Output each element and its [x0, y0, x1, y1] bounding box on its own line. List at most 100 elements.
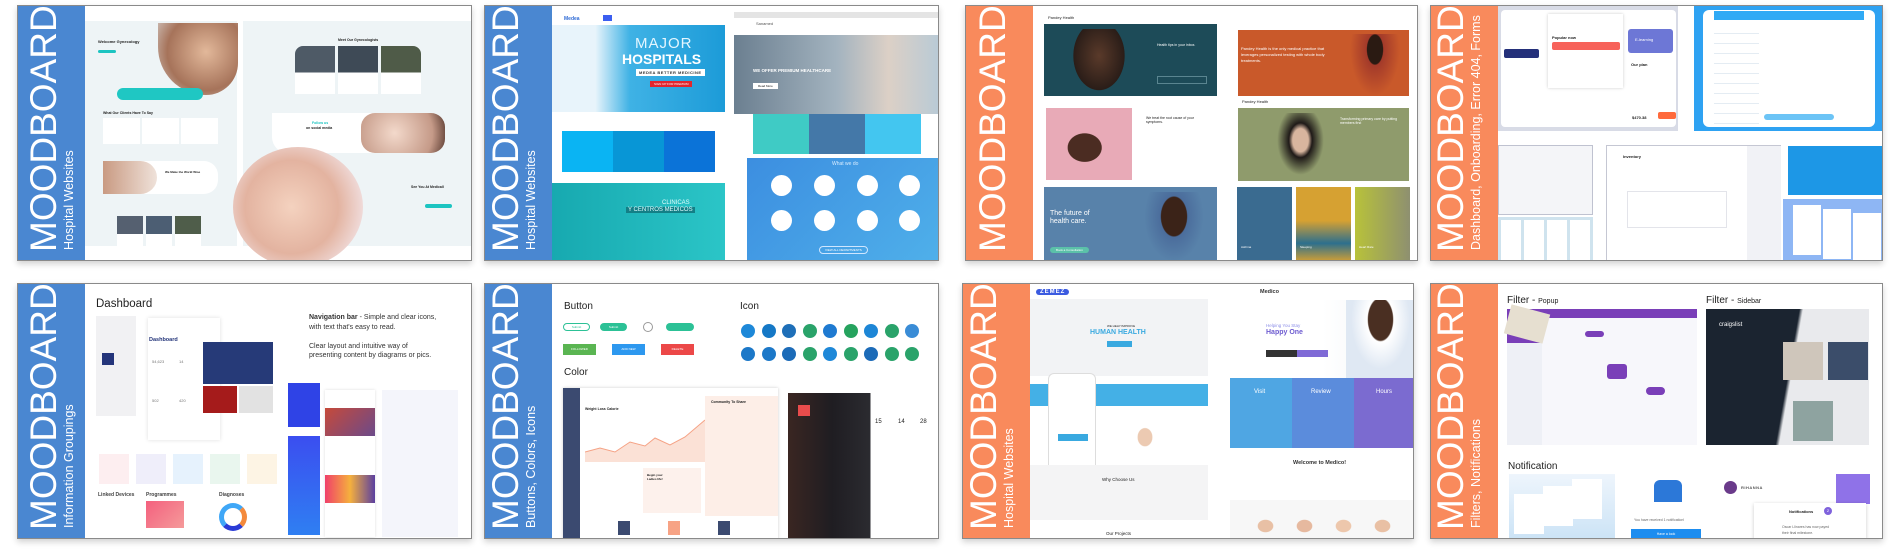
moodboard-card-pandey-health[interactable]: MOODBOARD Pandey Health Health tips in y… [965, 5, 1418, 261]
section-text: We treat the root cause of your symptoms… [1146, 116, 1194, 124]
decorative-block [1543, 486, 1573, 526]
moodboard-card-buttons-colors-icons[interactable]: MOODBOARD Buttons, Colors, Icons Button I… [484, 283, 939, 539]
icon-grid [741, 324, 926, 364]
chat-title: Community To Share [711, 400, 746, 404]
baby-icon [814, 210, 835, 231]
price: $470.38 [1632, 115, 1647, 120]
section-heading-dashboard: Dashboard [96, 298, 153, 310]
chat-panel: Community To Share [705, 396, 778, 516]
notifications-count-badge: 2 [1824, 507, 1832, 515]
rocket-icon [864, 347, 878, 361]
microphone-icon [802, 347, 817, 361]
moodboard-title: MOODBOARD [485, 283, 526, 530]
testimonial-card [181, 118, 218, 144]
staff-photo [1326, 512, 1361, 538]
programmes-heading: Programmes [146, 492, 177, 498]
moodboard-subtitle: Dashboard, Onboarding, Error 404, Forms [1469, 15, 1483, 250]
delete-button: DELETE [661, 344, 694, 355]
decorative-block [1501, 220, 1521, 260]
active-tab [1504, 49, 1539, 58]
hero-title: WE OFFER PREMIUM HEALTHCARE [753, 68, 832, 73]
health-card [99, 454, 129, 484]
section-heading: Why Choose Us [1102, 477, 1135, 482]
decorative-block [1107, 341, 1132, 347]
feature-box [613, 131, 664, 172]
decorative-block [102, 353, 114, 365]
card-label-strip: MOODBOARD Hospital Websites [485, 6, 552, 260]
moodboard-card-dashboard-forms[interactable]: MOODBOARD Dashboard, Onboarding, Error 40… [1430, 5, 1883, 261]
bike-listing [1828, 342, 1868, 380]
money-icon [802, 324, 817, 338]
moodboard-title: MOODBOARD [485, 5, 526, 252]
navigation-bar-note: Navigation bar - Simple and clear icons, [309, 314, 436, 321]
what-we-do-panel: What we do VIEW ALL DEPARTMENTS [747, 158, 938, 260]
moodboard-title: MOODBOARD [23, 283, 64, 530]
sneaker-card [203, 342, 273, 384]
mailbox-notification: You have received 1 notification! Have a… [1621, 474, 1711, 538]
craigslist-logo: craigslist [1719, 322, 1743, 328]
hero-teal: Health tips in your inbox. [1044, 24, 1217, 96]
decorative-block [1793, 205, 1821, 255]
site-logo: Medea [564, 16, 580, 22]
photo-tile: Sleeping [1296, 187, 1351, 260]
have-a-look-button[interactable]: Have a look [1631, 529, 1701, 538]
decorative-block: Popup [1538, 298, 1559, 305]
moodboard-title: MOODBOARD [963, 283, 1004, 530]
hero-title-light: MAJOR [635, 35, 693, 52]
doctor-card [146, 216, 172, 246]
moodboard-card-information-groupings[interactable]: MOODBOARD Information Groupings Dashboard… [17, 283, 472, 539]
website-preview-right: Sanamed WE OFFER PREMIUM HEALTHCARE Read… [734, 12, 938, 260]
section-heading: Inventory [1623, 154, 1642, 159]
moodboard-title: MOODBOARD [23, 5, 64, 252]
purchase-button [1658, 112, 1676, 119]
follow-label: on social media [306, 126, 333, 130]
moodboard-card-filters-notifications[interactable]: MOODBOARD Filters, Notifications Filter -… [1430, 283, 1883, 539]
mountain-icon [905, 324, 919, 338]
section-heading: Our Projects [1106, 531, 1132, 536]
section-heading-button: Button [564, 301, 593, 312]
cta-button [425, 204, 452, 208]
section-heading: Meet Our Gynecologists [338, 38, 379, 42]
browser-bar [734, 12, 938, 18]
brand-name: Pandey Health [1048, 15, 1075, 20]
website-preview-right: Meet Our Gynecologists Follow us on soci… [233, 21, 471, 260]
follow-label: Follow us [312, 121, 329, 125]
chart-title: Weight Loss Calorie [585, 407, 619, 411]
doctor-card [381, 46, 421, 94]
hero-title: Happy One [1266, 329, 1303, 336]
site-logo: Medico [1260, 289, 1279, 295]
card-label-strip: MOODBOARD Information Groupings [18, 284, 85, 538]
diagnoses-heading: Diagnoses [219, 492, 245, 498]
pill-icon [899, 175, 920, 196]
moodboard-card-hospital-websites-3[interactable]: MOODBOARD Hospital Websites ZEMEZ WE HELP… [962, 283, 1414, 539]
patient-photo [1273, 113, 1328, 181]
hero-banner: WE OFFER PREMIUM HEALTHCARE Read More [734, 35, 938, 114]
card-label-strip: MOODBOARD [966, 6, 1033, 260]
review-box: Review [1292, 378, 1354, 448]
hero-banner: WE HELP IMPROVE HUMAN HEALTH [1030, 299, 1208, 376]
moodboard-card-hospital-websites-2[interactable]: MOODBOARD Hospital Websites Medea MAJOR H… [484, 5, 939, 261]
bell-icon[interactable] [1836, 474, 1870, 504]
patient-photo [1350, 34, 1400, 96]
inventory-preview: Inventory [1606, 145, 1781, 260]
moodboard-card-hospital-websites-1[interactable]: MOODBOARD Hospital Websites Welcome Gynec… [17, 5, 472, 261]
card-label-strip: MOODBOARD Filters, Notifications [1431, 284, 1498, 538]
card-title: E-learning [1635, 37, 1654, 42]
filter-popup-image [1503, 304, 1697, 445]
decorative-block [1585, 331, 1604, 337]
decorative-block [1297, 350, 1328, 357]
dark-dashboard-preview: 15 14 28 [788, 393, 935, 538]
decorative-block [1627, 191, 1727, 228]
programme-image [146, 501, 184, 528]
note-text: with text that's easy to read. [309, 324, 396, 331]
moodboard-subtitle: Hospital Websites [62, 150, 76, 250]
doctor-card [117, 216, 143, 246]
sneaker-card [203, 386, 237, 413]
newborn-photo [361, 113, 445, 153]
testimonial-card [142, 118, 179, 144]
hero-button [98, 50, 116, 53]
hero-title: HUMAN HEALTH [1090, 329, 1146, 336]
staff-photo [1287, 512, 1322, 538]
doctor-card [175, 216, 201, 246]
website-preview-left: Welcome Gynecology What Our Clients Have… [85, 21, 238, 246]
